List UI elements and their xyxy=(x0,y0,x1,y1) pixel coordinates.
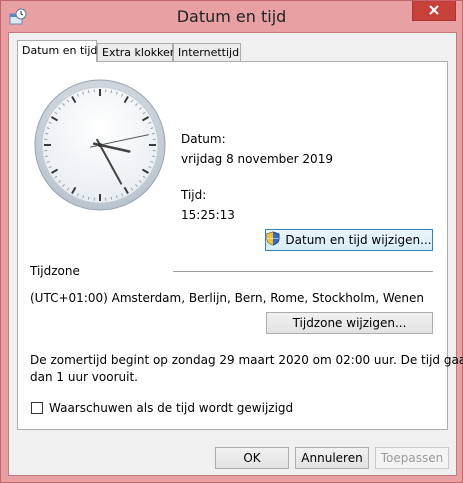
close-icon xyxy=(429,4,439,18)
time-label: Tijd: xyxy=(181,188,207,202)
notify-checkbox[interactable] xyxy=(31,402,43,414)
dst-notice-line1: De zomertijd begint op zondag 29 maart 2… xyxy=(30,353,463,367)
ok-button[interactable]: OK xyxy=(215,447,289,469)
change-date-time-button[interactable]: Datum en tijd wijzigen... xyxy=(265,229,433,251)
timezone-divider xyxy=(173,271,433,272)
window-title: Datum en tijd xyxy=(176,7,287,26)
tab-date-time[interactable]: Datum en tijd xyxy=(17,40,97,62)
dst-notice-line2: dan 1 uur vooruit. xyxy=(30,370,138,384)
clock-tick xyxy=(45,132,49,135)
clock-tick xyxy=(110,90,113,94)
dialog-window: Datum en tijd Datum en tijd Extra klokke… xyxy=(0,0,463,483)
clock-tick xyxy=(87,196,90,200)
change-timezone-button[interactable]: Tijdzone wijzigen... xyxy=(266,312,433,334)
change-date-time-label: Datum en tijd wijzigen... xyxy=(285,233,432,247)
clock-tick xyxy=(151,155,155,158)
title-bar[interactable]: Datum en tijd xyxy=(1,1,462,32)
analog-clock xyxy=(34,79,166,211)
tab-internet-time[interactable]: Internettijd xyxy=(173,43,241,61)
date-label: Datum: xyxy=(181,132,226,146)
tab-panel: Datum: vrijdag 8 november 2019 Tijd: 15:… xyxy=(17,61,463,430)
dialog-client-area: Datum en tijd Extra klokken Internettijd xyxy=(8,32,463,476)
timezone-value: (UTC+01:00) Amsterdam, Berlijn, Bern, Ro… xyxy=(30,291,425,305)
close-button[interactable] xyxy=(412,1,456,21)
clock-tick xyxy=(110,196,113,200)
timezone-heading: Tijdzone xyxy=(30,264,80,278)
apply-button[interactable]: Toepassen xyxy=(375,447,449,469)
clock-tick xyxy=(45,155,49,158)
time-value: 15:25:13 xyxy=(181,208,235,222)
cancel-button[interactable]: Annuleren xyxy=(295,447,369,469)
clock-tick xyxy=(87,90,90,94)
uac-shield-icon xyxy=(266,231,280,249)
tab-extra-clocks[interactable]: Extra klokken xyxy=(97,43,177,61)
notify-checkbox-label[interactable]: Waarschuwen als de tijd wordt gewijzigd xyxy=(49,401,293,415)
date-value: vrijdag 8 november 2019 xyxy=(181,152,333,166)
clock-tick xyxy=(151,132,155,135)
